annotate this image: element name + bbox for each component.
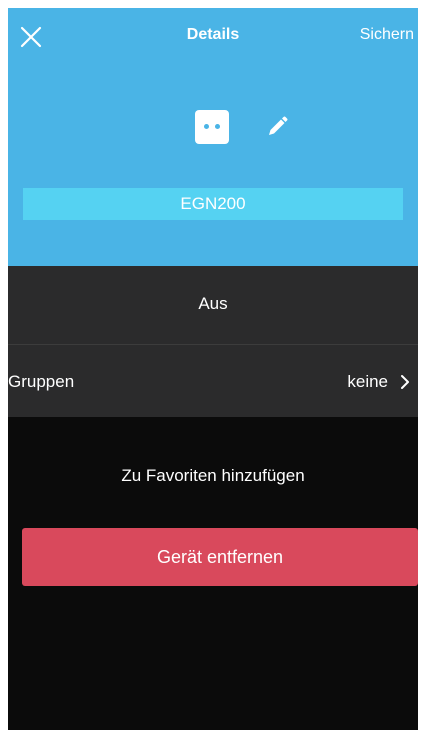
- header-panel: Details Sichern: [8, 8, 418, 266]
- page-title: Details: [186, 26, 240, 43]
- add-to-favorites-button[interactable]: Zu Favoriten hinzufügen: [8, 466, 418, 486]
- chevron-right-icon: [401, 375, 409, 389]
- device-status-row[interactable]: Aus: [8, 266, 418, 345]
- power-socket-icon: [195, 110, 229, 144]
- top-bar: Details Sichern: [8, 8, 418, 64]
- groups-label: Gruppen: [8, 372, 75, 391]
- device-details-screen: Details Sichern Aus Gruppen keine Zu Fav…: [8, 8, 418, 730]
- groups-value: keine: [347, 372, 388, 391]
- device-status-text: Aus: [198, 294, 228, 313]
- device-name-input[interactable]: [23, 188, 403, 220]
- socket-pin-right: [215, 124, 220, 129]
- save-button[interactable]: Sichern: [360, 26, 414, 44]
- pencil-edit-icon[interactable]: [263, 113, 291, 141]
- groups-row[interactable]: Gruppen keine: [8, 345, 418, 417]
- socket-pin-left: [204, 124, 209, 129]
- remove-device-button[interactable]: Gerät entfernen: [22, 528, 418, 586]
